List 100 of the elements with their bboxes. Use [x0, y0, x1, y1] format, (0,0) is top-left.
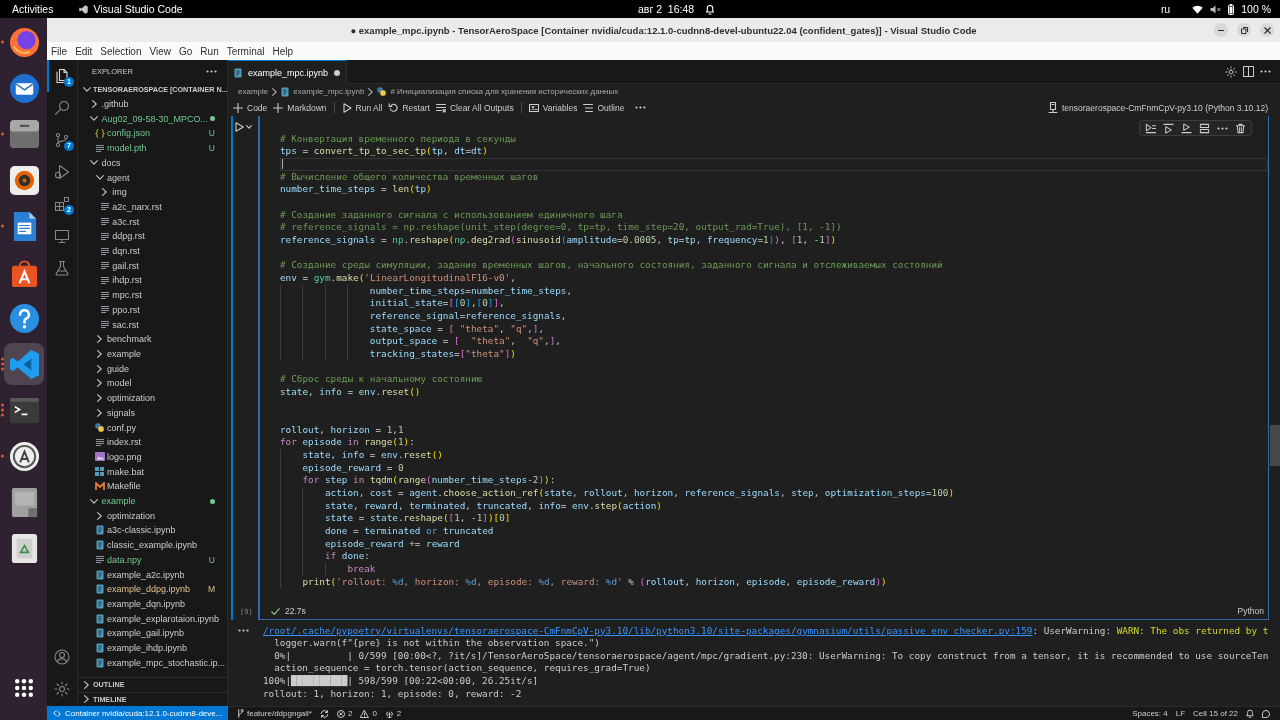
breadcrumb-item[interactable]: example	[238, 87, 269, 96]
menu-item[interactable]: View	[145, 42, 175, 60]
code-line: env = gym.make('LinearLongitudinalF16-v0',	[280, 271, 516, 285]
status-item[interactable]: LF	[1171, 707, 1190, 720]
tree-item[interactable]: ihdp.rst	[78, 273, 227, 288]
tree-item[interactable]: logo.png	[78, 449, 227, 465]
more-icon[interactable]	[206, 69, 217, 73]
ports-button[interactable]: 2	[380, 707, 406, 720]
clock-button[interactable]: авг 2 16:48	[638, 0, 716, 18]
status-item[interactable]: Spaces: 4	[1128, 707, 1172, 720]
tree-item[interactable]: example_explarotaion.ipynb	[78, 611, 227, 626]
breadcrumb-item[interactable]: # Инициализация списка для хранения исторических данных	[377, 87, 619, 96]
status-item[interactable]: Cell 15 of 22	[1189, 707, 1242, 720]
tree-item[interactable]: classic_example.ipynb	[78, 537, 227, 553]
tree-item[interactable]: signals	[78, 405, 227, 421]
menu-item[interactable]: Terminal	[222, 42, 269, 60]
minimize-button[interactable]	[1214, 23, 1228, 37]
remote-indicator[interactable]: Container nvidia/cuda:12.1.0-cudnn8-deve...	[47, 706, 228, 720]
toolbar-button[interactable]: Clear All Outputs	[432, 100, 517, 115]
menu-item[interactable]: Edit	[71, 42, 97, 60]
tree-item[interactable]: a2c_narx.rst	[78, 199, 227, 215]
warnings-button[interactable]: 0	[356, 707, 381, 720]
tree-item[interactable]: model	[78, 376, 227, 391]
tree-item[interactable]: Aug02_09-58-30_MPCO...	[78, 111, 227, 127]
menu-item[interactable]: Go	[175, 42, 197, 60]
tree-item[interactable]: example_mpc_stochastic.ip...	[78, 655, 227, 671]
breadcrumb-item[interactable]: example_mpc.ipynb	[281, 86, 365, 97]
branch-button[interactable]: feature/ddpgngail*	[233, 707, 316, 720]
toolbar-button[interactable]: Markdown	[270, 100, 330, 115]
editor-tab[interactable]: example_mpc.ipynb	[228, 60, 348, 84]
menu-item[interactable]: Selection	[96, 42, 146, 60]
play-lines-icon[interactable]	[1145, 122, 1156, 134]
more-icon[interactable]	[238, 629, 249, 632]
more-icon[interactable]	[1260, 70, 1271, 73]
tree-item[interactable]: ppo.rst	[78, 302, 227, 318]
tree-item[interactable]: example_dqn.ipynb	[78, 596, 227, 612]
toolbar-button[interactable]: Outline	[580, 100, 628, 115]
system-status-menu[interactable]: 100 %	[1192, 0, 1271, 18]
toolbar-button[interactable]: Code	[230, 100, 271, 115]
tree-item[interactable]: ddpg.rst	[78, 229, 227, 244]
scrollbar-thumb[interactable]	[1270, 425, 1280, 466]
speaker-icon	[8, 164, 40, 196]
more-icon[interactable]	[635, 106, 647, 109]
toolbar-button[interactable]: Variables	[525, 100, 581, 115]
kernel-picker[interactable]: tensoraerospace-CmFnmCpV-py3.10 (Python 3.10.12)	[1045, 100, 1271, 115]
tree-item[interactable]: optimization	[78, 390, 227, 406]
tree-item[interactable]: gail.rst	[78, 258, 227, 274]
file-link[interactable]: /root/.cache/pypoetry/virtualenvs/tensoraerospace-CmFnmCpV-py3.10/lib/python3.10/site-packages/gymnasium/utils/passive_env_checker.py:159	[263, 624, 1033, 636]
lines-icon	[100, 262, 109, 270]
menu-item[interactable]: Run	[196, 42, 223, 60]
split-editor-icon[interactable]	[1243, 66, 1254, 77]
tree-item[interactable]: agent	[78, 170, 227, 185]
tree-item[interactable]: example_ddpg.ipynb M	[78, 581, 227, 597]
tree-item[interactable]: example_a2c.ipynb	[78, 567, 227, 582]
tree-item[interactable]: benchmark	[78, 331, 227, 347]
tree-item[interactable]: index.rst	[78, 434, 227, 450]
tree-item[interactable]: make.bat	[78, 464, 227, 479]
restore-button[interactable]	[1237, 23, 1251, 37]
errors-button[interactable]: 2	[332, 707, 357, 720]
settings-icon[interactable]	[1225, 65, 1237, 78]
play-icon	[235, 122, 244, 132]
activities-button[interactable]: Activities	[12, 0, 54, 18]
tree-item[interactable]: example_ihdp.ipynb	[78, 640, 227, 656]
app-menu[interactable]: Visual Studio Code	[79, 0, 183, 18]
git-status-letter: U	[208, 128, 215, 139]
caret-icon	[246, 125, 252, 129]
tree-item[interactable]: docs	[78, 155, 227, 171]
tree-item[interactable]: dqn.rst	[78, 243, 227, 259]
tree-item[interactable]: data.npy U	[78, 552, 227, 568]
toolbar-button[interactable]: Run All	[338, 100, 386, 115]
tree-item[interactable]: optimization	[78, 508, 227, 524]
tree-item[interactable]: conf.py	[78, 420, 227, 435]
toolbar-button[interactable]: Restart	[385, 100, 433, 115]
more-icon[interactable]	[1217, 126, 1228, 130]
tree-item[interactable]: model.pth U	[78, 140, 227, 156]
bell-icon	[1246, 709, 1254, 718]
cell-language-button[interactable]: Python	[1237, 606, 1264, 616]
tree-item[interactable]: .github	[78, 96, 227, 112]
menu-item[interactable]: Help	[268, 42, 298, 60]
tree-item[interactable]: a3c-classic.ipynb	[78, 523, 227, 538]
tree-item[interactable]: img	[78, 184, 227, 200]
branch-icon	[54, 132, 70, 148]
tree-item[interactable]: guide	[78, 361, 227, 377]
tree-item[interactable]: example	[78, 346, 227, 362]
bar-over-play-icon[interactable]	[1163, 122, 1174, 134]
tree-item[interactable]: sac.rst	[78, 317, 227, 332]
notebook-icon	[95, 540, 104, 551]
close-button[interactable]	[1260, 23, 1274, 37]
play-over-bar-icon[interactable]	[1181, 122, 1192, 134]
menu-item[interactable]: File	[47, 42, 72, 60]
tree-item[interactable]: config.json U	[78, 126, 227, 141]
tree-item[interactable]: mpc.rst	[78, 287, 227, 303]
tree-item[interactable]: example	[78, 493, 227, 509]
run-cell-button[interactable]	[235, 121, 252, 133]
tree-item[interactable]: example_gail.ipynb	[78, 626, 227, 641]
trash-icon[interactable]	[1235, 122, 1246, 134]
stacked-boxes-icon[interactable]	[1199, 122, 1210, 134]
tree-item[interactable]: Makefile	[78, 479, 227, 494]
input-source-indicator[interactable]: ru	[1160, 0, 1171, 18]
tree-item[interactable]: a3c.rst	[78, 214, 227, 230]
